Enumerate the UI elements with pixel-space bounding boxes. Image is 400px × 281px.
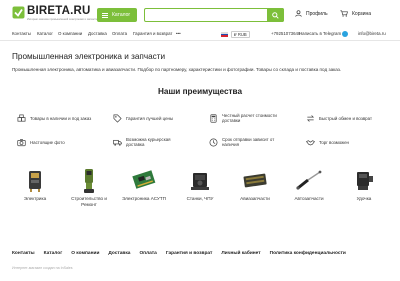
logo-mark-icon [12,6,25,19]
footer-link-about[interactable]: О компании [71,251,99,256]
page-description: Промышленная электроника, автоматика и а… [12,67,342,72]
nav-more-button[interactable]: ••• [176,31,181,36]
advantage-item: Честный расчет стоимости доставки [209,111,282,125]
profile-label: Профиль [306,10,328,17]
footer-link-contacts[interactable]: Контакты [12,251,35,256]
advantage-item: Возможна курьерская доставка [113,135,186,149]
footer-link-warranty[interactable]: Гарантия и возврат [166,251,213,256]
courier-icon [113,138,122,147]
search-input[interactable] [148,11,263,20]
telegram-link[interactable]: Написать в Telegram [299,31,349,37]
cnc-machine-icon [191,173,209,190]
header-divider [0,40,400,41]
nav-item-contacts[interactable]: Контакты [12,31,31,36]
search-button[interactable] [267,8,284,22]
menu-icon [102,12,108,18]
nav-item-delivery[interactable]: Доставка [88,31,107,36]
site-logo[interactable]: BIRETA.RU Интернет-магазин промышленной … [12,5,99,26]
locale-switch: RU ₽ RUB [221,30,250,38]
advantage-item: Гарантия лучшей цены [113,111,196,125]
russia-flag-icon [221,31,228,37]
boxes-icon [17,114,26,123]
calculator-icon [209,113,218,123]
phone-link[interactable]: +79251073648 [271,31,300,36]
advantage-label: Гарантия лучшей цены [126,115,174,121]
page-title: Промышленная электроника и запчасти [12,52,166,61]
category-label: Электрика [23,196,47,201]
advantage-label: Быстрый обмен и возврат [319,115,372,121]
footer-note: Интернет-магазин создан на InSales [12,266,73,270]
footer-link-account[interactable]: Личный кабинет [221,251,260,256]
advantage-item: Быстрый обмен и возврат [306,111,389,125]
power-tool-icon [84,169,94,193]
electrical-relay-icon [29,171,41,192]
advantages-title: Наши преимущества [157,87,243,96]
category-card-electronics[interactable]: Электроника АСУТП [119,168,169,202]
advantage-item: Настоящие фото [17,135,100,149]
footer-link-privacy[interactable]: Политика конфиденциальности [270,251,346,256]
category-card-construction[interactable]: Строительство и Ремонт [64,168,114,207]
clock-icon [209,138,218,147]
search-icon [272,11,279,19]
category-card-aviation[interactable]: Авиазапчасти [230,168,280,202]
logo-tagline: Интернет-магазин промышленной электроник… [27,18,99,21]
telegram-link-label: Написать в Telegram [299,31,342,37]
email-link[interactable]: info@bireta.ru [358,31,386,36]
category-label: Автозапчасти [294,196,324,201]
nav-item-payment[interactable]: Оплата [112,31,127,36]
category-card-electrical[interactable]: Электрика [10,168,60,202]
handshake-icon [306,138,315,147]
currency-select[interactable]: ₽ RUB [231,30,250,38]
profile-link[interactable]: Профиль [295,10,328,17]
footer-link-delivery[interactable]: Доставка [108,251,130,256]
nav-item-about[interactable]: О компании [58,31,82,36]
category-card-auto-parts[interactable]: Автозапчасти [284,168,334,202]
search-box [144,8,284,22]
cart-icon [340,10,348,17]
footer-link-payment[interactable]: Оплата [139,251,156,256]
category-label: Авиазапчасти [240,196,270,201]
advantage-label: Торг возможен [319,139,349,145]
circuit-board-icon [132,170,156,189]
advantage-label: Возможна курьерская доставка [126,137,171,147]
advantage-item: Торг возможен [306,135,389,149]
user-icon [295,10,302,17]
cart-label: Корзина [352,10,372,17]
category-label: Строительство и Ремонт [71,196,107,207]
advantage-item: Срок отправки зависит от наличия [209,135,292,149]
advantage-item: Товары в наличии и под заказ [17,111,100,125]
advantage-label: Товары в наличии и под заказ [30,115,92,121]
telegram-icon [342,31,349,37]
catalog-button[interactable]: Каталог [97,8,137,22]
category-label: Удочка [356,196,372,201]
category-label: Электроника АСУТП [122,196,166,201]
nav-item-warranty[interactable]: Гарантия и возврат [133,31,172,36]
nav-item-catalog[interactable]: Каталог [37,31,53,36]
fishing-reel-icon [357,172,373,190]
category-card-cnc[interactable]: Станки, ЧПУ [175,168,225,202]
top-nav: Контакты Каталог О компании Доставка Опл… [0,29,400,40]
footer-nav: Контакты Каталог О компании Доставка Опл… [12,251,355,256]
aviation-part-icon [243,173,267,188]
price-tag-icon [113,114,122,123]
footer-link-catalog[interactable]: Каталог [44,251,63,256]
advantage-label: Срок отправки зависит от наличия [222,137,275,147]
camera-icon [17,138,26,147]
category-label: Станки, ЧПУ [186,196,214,201]
advantage-label: Настоящие фото [30,139,65,145]
exchange-icon [306,114,315,123]
cart-link[interactable]: Корзина [340,10,371,17]
gas-strut-icon [296,170,322,190]
catalog-button-label: Каталог [112,12,131,18]
advantage-label: Честный расчет стоимости доставки [222,113,277,123]
header: BIRETA.RU Интернет-магазин промышленной … [0,0,400,30]
logo-text: BIRETA.RU [27,5,91,17]
category-card-fishing[interactable]: Удочка [339,168,389,202]
